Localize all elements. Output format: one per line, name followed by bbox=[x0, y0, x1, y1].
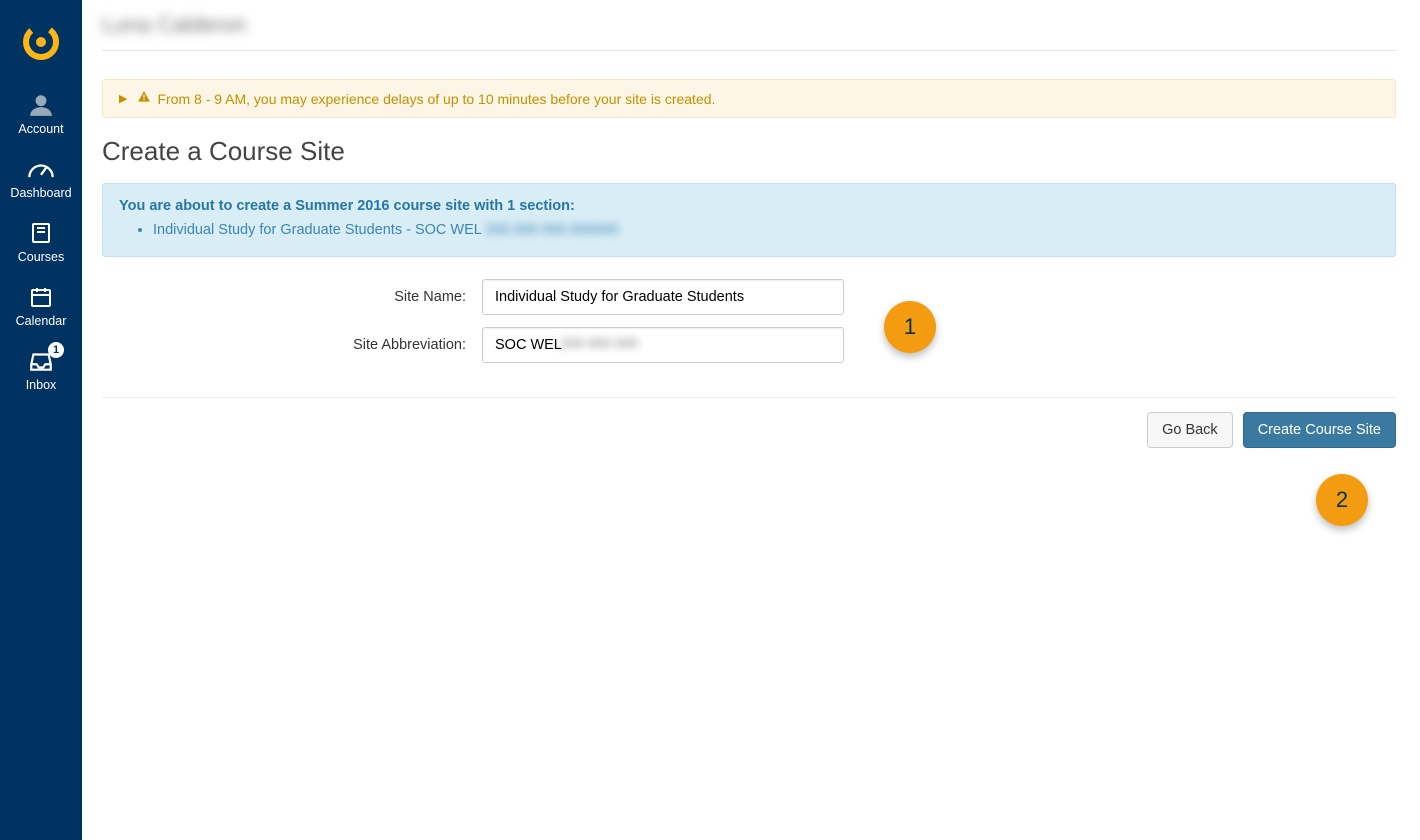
site-abbrev-row: Site Abbreviation: 200 000 000 bbox=[102, 327, 844, 363]
brand-logo bbox=[0, 12, 82, 80]
user-icon bbox=[28, 90, 54, 120]
site-name-input[interactable] bbox=[482, 279, 844, 315]
marker-number: 2 bbox=[1336, 487, 1348, 513]
calendar-icon bbox=[29, 282, 53, 312]
gauge-icon bbox=[27, 154, 55, 184]
marker-number: 1 bbox=[904, 314, 916, 340]
summary-headline: You are about to create a Summer 2016 co… bbox=[119, 198, 1379, 214]
sidebar-item-label: Inbox bbox=[26, 378, 57, 392]
sidebar-item-label: Calendar bbox=[16, 314, 67, 328]
divider bbox=[102, 397, 1396, 398]
site-abbrev-input[interactable] bbox=[482, 327, 844, 363]
site-abbrev-label: Site Abbreviation: bbox=[102, 337, 482, 353]
user-name-blurred: Luna Calderon bbox=[102, 12, 246, 38]
site-abbrev-redacted: 200 000 000 bbox=[560, 335, 645, 355]
delay-warning-banner[interactable]: ▶ From 8 - 9 AM, you may experience dela… bbox=[102, 79, 1396, 118]
caret-right-icon: ▶ bbox=[119, 92, 127, 105]
inbox-icon: 1 bbox=[28, 346, 54, 376]
global-sidebar: Account Dashboard Courses Calendar 1 Inb… bbox=[0, 0, 82, 840]
sidebar-item-account[interactable]: Account bbox=[0, 80, 82, 144]
create-course-site-button[interactable]: Create Course Site bbox=[1243, 412, 1396, 448]
page-title: Create a Course Site bbox=[102, 136, 1396, 167]
warning-icon bbox=[137, 90, 151, 107]
create-summary-box: You are about to create a Summer 2016 co… bbox=[102, 183, 1396, 257]
inbox-badge: 1 bbox=[48, 342, 64, 358]
summary-section-redacted: 200 000 000 000000 bbox=[485, 222, 618, 238]
annotation-marker-2: 2 bbox=[1316, 474, 1368, 526]
main-content: Luna Calderon ▶ From 8 - 9 AM, you may e… bbox=[82, 0, 1420, 840]
summary-section-text: Individual Study for Graduate Students -… bbox=[153, 222, 481, 238]
sidebar-item-dashboard[interactable]: Dashboard bbox=[0, 144, 82, 208]
breadcrumb-bar: Luna Calderon bbox=[102, 12, 1396, 51]
site-name-row: Site Name: bbox=[102, 279, 844, 315]
sidebar-item-label: Account bbox=[18, 122, 63, 136]
go-back-button[interactable]: Go Back bbox=[1147, 412, 1233, 448]
sidebar-item-label: Dashboard bbox=[10, 186, 71, 200]
summary-section-item: Individual Study for Graduate Students -… bbox=[153, 222, 1379, 238]
action-bar: Go Back Create Course Site bbox=[102, 412, 1396, 448]
sidebar-item-inbox[interactable]: 1 Inbox bbox=[0, 336, 82, 400]
site-name-label: Site Name: bbox=[102, 289, 482, 305]
sidebar-item-courses[interactable]: Courses bbox=[0, 208, 82, 272]
sidebar-item-calendar[interactable]: Calendar bbox=[0, 272, 82, 336]
warning-text: From 8 - 9 AM, you may experience delays… bbox=[157, 91, 715, 107]
brand-logo-icon bbox=[21, 22, 61, 62]
sidebar-item-label: Courses bbox=[18, 250, 65, 264]
annotation-marker-1: 1 bbox=[884, 301, 936, 353]
book-icon bbox=[29, 218, 53, 248]
